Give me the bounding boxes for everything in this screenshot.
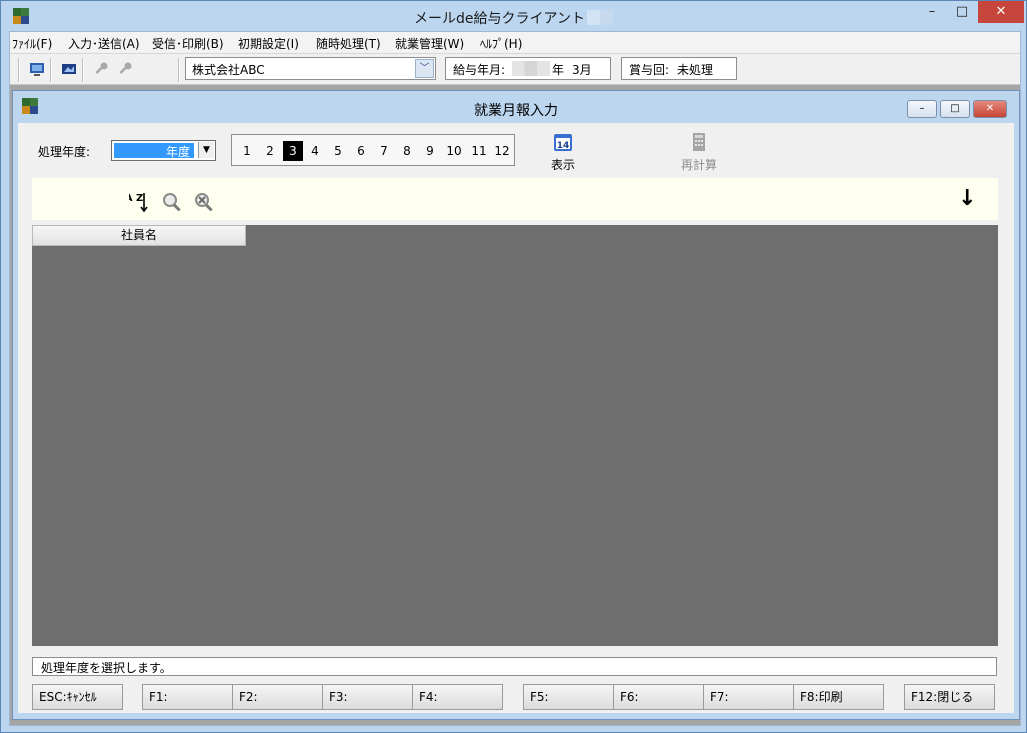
month-5[interactable]: 5 [329,141,347,161]
svg-text:14: 14 [557,141,570,151]
f4-button[interactable]: F4: [412,684,503,710]
year-select[interactable]: 年度 ▼ [111,140,216,161]
month-6[interactable]: 6 [352,141,370,161]
search-icon[interactable] [161,190,183,214]
grid-toolbar: A Z ↓ [32,178,998,220]
month-selector: 1 2 3 4 5 6 7 8 9 10 11 12 [231,134,515,166]
f1-button[interactable]: F1: [142,684,233,710]
bonus-value: 未処理 [677,63,714,77]
employee-grid[interactable]: 社員名 [32,225,998,646]
toolbar: 株式会社ABC ﹀ 給与年月: 年 3月 賞与回: 未処理 [10,53,1020,85]
f2-button[interactable]: F2: [232,684,323,710]
window-title: メールde給与クライアント [1,8,1026,28]
bonus-label: 賞与回: [629,63,670,77]
calendar-icon: 14 [554,134,572,151]
key-icon[interactable] [93,61,109,77]
screen-icon[interactable] [61,61,77,77]
menu-adhoc-processing[interactable]: 随時処理(T) [316,35,381,52]
child-window-title: 就業月報入力 [474,103,558,119]
arrow-down-icon[interactable]: ↓ [958,186,976,211]
menu-attendance[interactable]: 就業管理(W) [395,35,464,52]
f12-close-button[interactable]: F12:閉じる [904,684,995,710]
month-9[interactable]: 9 [421,141,439,161]
f7-button[interactable]: F7: [703,684,794,710]
redacted-mask [586,10,613,25]
child-close-button[interactable]: ✕ [973,100,1007,118]
pay-month: 3月 [572,63,592,77]
esc-cancel-button[interactable]: ESC:ｷｬﾝｾﾙ [32,684,123,710]
child-maximize-button[interactable]: □ [940,100,970,118]
f5-button[interactable]: F5: [523,684,614,710]
month-11[interactable]: 11 [468,141,490,161]
monitor-icon[interactable] [29,61,45,77]
company-name: 株式会社ABC [192,63,265,77]
redacted-mask [512,61,550,76]
main-window: メールde給与クライアント – □ ✕ ﾌｧｲﾙ(F) 入力･送信(A) 受信･… [0,0,1027,733]
month-3[interactable]: 3 [283,141,303,161]
month-4[interactable]: 4 [306,141,324,161]
display-button-label: 表示 [550,158,575,172]
month-10[interactable]: 10 [443,141,465,161]
month-2[interactable]: 2 [261,141,279,161]
month-12[interactable]: 12 [491,141,513,161]
toolbar-separator [178,58,180,82]
year-selected-value: 年度 [114,143,194,159]
app-client: ﾌｧｲﾙ(F) 入力･送信(A) 受信･印刷(B) 初期設定(I) 随時処理(T… [9,31,1021,726]
month-7[interactable]: 7 [375,141,393,161]
month-8[interactable]: 8 [398,141,416,161]
key-icon[interactable] [117,61,133,77]
pay-year-suffix: 年 [552,63,565,77]
f8-print-button[interactable]: F8:印刷 [793,684,884,710]
menu-file[interactable]: ﾌｧｲﾙ(F) [12,35,52,52]
toolbar-separator [50,58,52,82]
sort-az-icon[interactable]: A Z [129,190,151,214]
child-client: 処理年度: 年度 ▼ 1 2 3 4 5 6 7 8 9 10 11 12 14… [18,123,1014,713]
menu-initial-settings[interactable]: 初期設定(I) [238,35,299,52]
company-select[interactable]: 株式会社ABC ﹀ [185,57,436,80]
title-bar[interactable]: メールde給与クライアント – □ ✕ [1,1,1026,31]
bonus-box: 賞与回: 未処理 [621,57,737,80]
status-message: 処理年度を選択します。 [32,657,997,676]
recalc-button[interactable]: 再計算 [678,131,720,173]
f3-button[interactable]: F3: [322,684,413,710]
toolbar-separator [82,58,84,82]
column-header-employee-name[interactable]: 社員名 [32,225,246,246]
menu-help[interactable]: ﾍﾙﾌﾟ(H) [480,35,522,52]
toolbar-separator [18,58,20,82]
pay-period-box: 給与年月: 年 3月 [445,57,611,80]
status-text: 処理年度を選択します。 [41,661,172,675]
menu-bar: ﾌｧｲﾙ(F) 入力･送信(A) 受信･印刷(B) 初期設定(I) 随時処理(T… [10,32,1020,52]
year-label: 処理年度: [38,145,91,159]
f6-button[interactable]: F6: [613,684,704,710]
menu-input-send[interactable]: 入力･送信(A) [68,35,140,52]
child-title-bar[interactable]: 就業月報入力 – □ ✕ [13,91,1019,121]
attendance-report-window: 就業月報入力 – □ ✕ 処理年度: 年度 ▼ 1 2 3 4 5 6 7 8 … [12,90,1020,720]
maximize-button[interactable]: □ [947,1,977,23]
close-button[interactable]: ✕ [978,1,1024,23]
chevron-down-icon[interactable]: ﹀ [415,59,434,78]
recalc-button-label: 再計算 [680,158,717,172]
child-minimize-button[interactable]: – [907,100,937,118]
calculator-icon [693,133,705,151]
minimize-button[interactable]: – [917,1,947,23]
search-clear-icon[interactable] [193,190,215,214]
svg-text:A Z: A Z [129,193,143,204]
chevron-down-icon[interactable]: ▼ [198,142,214,158]
display-button[interactable]: 14 表示 [543,131,583,173]
month-1[interactable]: 1 [238,141,256,161]
pay-period-label: 給与年月: [453,63,506,77]
menu-receive-print[interactable]: 受信･印刷(B) [152,35,224,52]
